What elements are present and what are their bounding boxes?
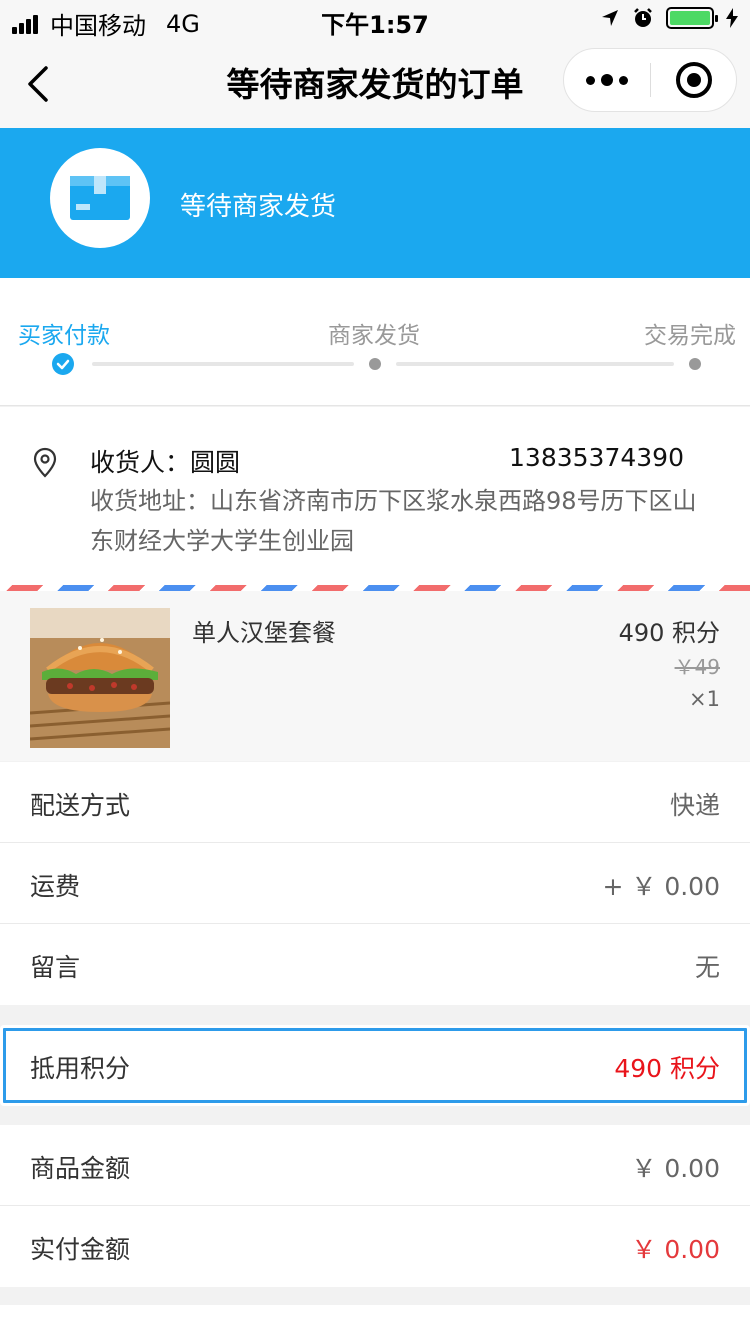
more-dots-icon-center — [601, 74, 613, 86]
next-section-partial — [0, 1305, 750, 1334]
step-done-check-icon — [52, 353, 74, 375]
order-status-banner: 等待商家发货 — [0, 128, 750, 278]
product-item[interactable]: 单人汉堡套餐 490 积分 ￥49 ×1 — [0, 591, 750, 761]
more-dots-icon — [586, 75, 595, 85]
step-label-paid: 买家付款 — [18, 323, 110, 349]
location-pin-icon — [33, 447, 57, 478]
progress-line-2 — [396, 362, 674, 366]
paid-amount-value: ￥ 0.00 — [631, 1235, 720, 1264]
points-used-label: 抵用积分 — [30, 1054, 131, 1083]
location-arrow-icon — [602, 10, 618, 26]
step-label-complete: 交易完成 — [644, 323, 736, 349]
hamburger-photo — [30, 608, 170, 748]
shipping-method-row: 配送方式 快递 — [0, 762, 750, 843]
product-points: 490 积分 — [618, 619, 720, 647]
capsule-divider — [650, 63, 651, 97]
freight-label: 运费 — [30, 872, 81, 901]
status-right — [600, 7, 738, 29]
message-value: 无 — [694, 953, 720, 982]
nav-bar: 等待商家发货的订单 — [0, 40, 750, 128]
battery-icon — [666, 7, 718, 29]
product-quantity: ×1 — [689, 687, 720, 711]
page-title: 等待商家发货的订单 — [226, 65, 524, 104]
goods-amount-row: 商品金额 ￥ 0.00 — [0, 1125, 750, 1206]
more-dots-icon-right — [619, 75, 628, 85]
goods-amount-value: ￥ 0.00 — [631, 1154, 720, 1183]
chevron-left-icon — [28, 66, 48, 102]
goods-amount-label: 商品金额 — [30, 1154, 131, 1183]
recipient-name: 收货人：圆圆 — [90, 448, 241, 477]
shipping-method-label: 配送方式 — [30, 791, 131, 820]
message-row: 留言 无 — [0, 924, 750, 1005]
step-pending-dot — [689, 358, 701, 370]
alarm-icon — [634, 8, 652, 27]
freight-row: 运费 + ￥ 0.00 — [0, 843, 750, 924]
points-used-row[interactable]: 抵用积分 490 积分 — [0, 1025, 750, 1106]
step-label-shipping: 商家发货 — [328, 323, 420, 349]
package-box-icon — [70, 176, 130, 220]
points-used-value: 490 积分 — [614, 1054, 720, 1083]
freight-value: + ￥ 0.00 — [602, 872, 720, 901]
recipient-phone: 13835374390 — [509, 443, 684, 472]
close-mini-program-button[interactable] — [676, 62, 712, 98]
progress-line-1 — [92, 362, 354, 366]
back-button[interactable] — [22, 60, 62, 108]
paid-amount-row: 实付金额 ￥ 0.00 — [0, 1206, 750, 1287]
address-detail: 收货地址：山东省济南市历下区浆水泉西路98号历下区山东财经大学大学生创业园 — [90, 487, 697, 555]
product-name: 单人汉堡套餐 — [192, 619, 336, 647]
shipping-method-value: 快递 — [669, 791, 720, 820]
status-bar: 中国移动 4G 下午1:57 — [0, 0, 750, 40]
banner-status-text: 等待商家发货 — [180, 192, 337, 222]
step-pending-dot — [369, 358, 381, 370]
charging-bolt-icon — [726, 8, 738, 28]
more-button[interactable] — [564, 49, 650, 111]
message-label: 留言 — [30, 953, 81, 982]
product-image — [30, 608, 170, 748]
banner-icon-circle — [50, 148, 150, 248]
product-original-price: ￥49 — [674, 655, 720, 679]
order-progress: 买家付款 商家发货 交易完成 — [0, 278, 750, 406]
shipping-address: 收货人：圆圆 13835374390 收货地址：山东省济南市历下区浆水泉西路98… — [0, 407, 750, 587]
paid-amount-label: 实付金额 — [30, 1235, 131, 1264]
mini-program-capsule — [563, 48, 737, 112]
